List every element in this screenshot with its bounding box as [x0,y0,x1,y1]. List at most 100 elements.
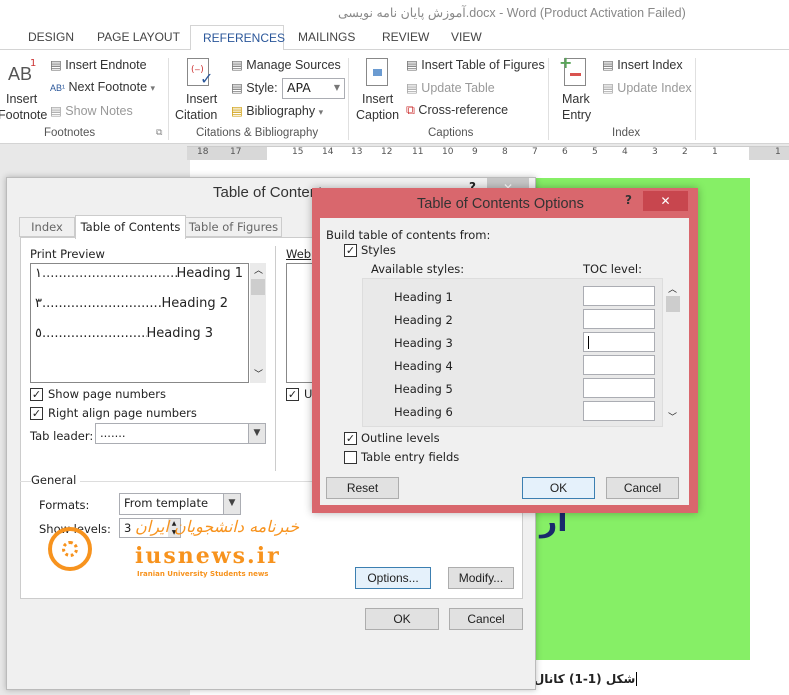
formats-select[interactable]: From template ▼ [119,493,241,515]
style-row: Heading 5 [363,378,663,400]
insert-index-button[interactable]: ▤ Insert Index [602,57,683,72]
toc-level-input[interactable] [583,378,655,398]
outline-levels-checkbox[interactable]: ✓ [344,432,357,445]
options-ok-button[interactable]: OK [522,477,595,499]
chevron-down-icon: ﹀ [668,413,678,423]
tab-review[interactable]: REVIEW [382,30,429,44]
show-page-numbers-checkbox[interactable]: ✓ [30,388,43,401]
insert-citation-button[interactable]: (‒) ✓ Insert Citation [174,56,226,122]
update-index-button[interactable]: ▤ Update Index [602,80,692,95]
styles-checkbox[interactable]: ✓ [344,244,357,257]
styles-scrollbar[interactable]: ︿ ﹀ [665,282,681,426]
ok-button[interactable]: OK [365,608,439,630]
ruler-number: 3 [652,147,658,157]
help-icon[interactable]: ? [625,193,632,207]
right-align-checkbox[interactable]: ✓ [30,407,43,420]
print-preview-label: Print Preview [30,247,105,261]
cancel-button[interactable]: Cancel [449,608,523,630]
options-dialog-title: Table of Contents Options [417,196,584,212]
tab-leader-select[interactable]: ....... ▼ [95,423,266,444]
next-footnote-button[interactable]: AB¹ Next Footnote ▾ [50,80,155,94]
tab-mailings[interactable]: MAILINGS [298,30,355,44]
tab-view[interactable]: VIEW [451,30,482,44]
insert-footnote-label-1: Insert [6,92,38,106]
preview-entry: ٣.......................................… [35,296,228,311]
toc-level-input[interactable] [583,355,655,375]
modify-button[interactable]: Modify... [448,567,514,589]
chevron-up-icon: ︿ [254,266,264,276]
group-index-label: Index [612,127,641,139]
tab-table-of-contents[interactable]: Table of Contents [75,215,186,239]
iusnews-watermark-logo: خبرنامه دانشجویان ایران iusnews.ir Irani… [30,515,299,583]
insert-citation-label-2: Citation [175,108,218,122]
logo-icon [48,527,92,571]
endnote-icon: ▤ [50,58,62,72]
options-button[interactable]: Options... [355,567,431,589]
toc-level-header: TOC level: [583,262,642,276]
styles-list: Heading 1 Heading 2 Heading 3 Heading 4 Head… [362,278,663,427]
toc-level-input[interactable] [583,309,655,329]
table-entry-fields-label: Table entry fields [361,450,460,464]
tab-references[interactable]: REFERENCES [190,25,286,51]
close-button[interactable]: ✕ [643,191,688,211]
ruler-number: 15 [292,147,304,157]
chevron-up-icon: ︿ [668,285,678,295]
update-index-icon: ▤ [602,81,614,95]
available-styles-header: Available styles: [371,262,465,276]
ruler-number: 2 [682,147,688,157]
horizontal-ruler[interactable]: 18 17 15 14 13 12 11 10 9 8 7 6 5 4 3 2 1 1 [187,146,789,160]
toc-level-input[interactable] [583,401,655,421]
bibliography-button[interactable]: ▤ Bibliography ▾ [231,103,323,118]
scrollbar-thumb[interactable] [666,296,680,312]
tab-page-layout[interactable]: PAGE LAYOUT [97,30,180,44]
mark-entry-label-2: Entry [562,108,592,122]
ruler-number: 1 [712,147,718,157]
tab-references-label: REFERENCES [203,31,286,45]
style-name: Heading 6 [394,405,453,419]
toc-level-input[interactable] [583,286,655,306]
insert-caption-button[interactable]: Insert Caption [354,56,404,122]
style-icon: ▤ [231,81,243,95]
chevron-down-icon: ﹀ [254,370,264,380]
toc-level-input[interactable] [583,332,655,352]
group-captions-label: Captions [428,127,474,139]
show-notes-button[interactable]: ▤ Show Notes [50,103,133,118]
style-select[interactable]: APA ▼ [282,78,345,99]
insert-table-of-figures-button[interactable]: ▤ Insert Table of Figures [406,57,545,72]
style-name: Heading 2 [394,313,453,327]
tab-design[interactable]: DESIGN [28,30,74,44]
web-preview-label: Web [286,247,312,261]
right-align-label: Right align page numbers [48,406,197,420]
chevron-down-icon: ▼ [333,83,340,92]
table-entry-fields-checkbox[interactable] [344,451,357,464]
reset-button[interactable]: Reset [326,477,399,499]
ruler-number: 7 [532,147,538,157]
show-page-numbers-label: Show page numbers [48,387,166,401]
use-hyperlinks-checkbox[interactable]: ✓ [286,388,299,401]
insert-footnote-button[interactable]: AB 1 Insert Footnote [0,58,47,122]
options-cancel-button[interactable]: Cancel [606,477,679,499]
manage-sources-button[interactable]: ▤ Manage Sources [231,57,341,72]
group-citations-label: Citations & Bibliography [196,127,319,139]
close-icon: ✕ [660,194,671,208]
style-name: Heading 3 [394,336,453,350]
mark-entry-button[interactable]: + Mark Entry [556,53,596,122]
ruler-number: 10 [442,147,454,157]
tab-table-of-figures[interactable]: Table of Figures [185,217,282,237]
dialog-launcher-icon[interactable]: ⧉ [156,128,162,138]
toc-options-dialog: Table of Contents Options ? ✕ Build tabl… [312,188,698,513]
divider [275,246,276,471]
chevron-down-icon: ▼ [248,424,265,443]
cross-reference-button[interactable]: ⧉ Cross-reference [406,103,508,118]
tab-index[interactable]: Index [19,217,75,237]
ruler-number: 4 [622,147,628,157]
formats-label: Formats: [39,498,90,512]
style-name: Heading 4 [394,359,453,373]
preview-scrollbar[interactable]: ︿ ﹀ [250,263,266,383]
style-name: Heading 5 [394,382,453,396]
insert-endnote-button[interactable]: ▤ Insert Endnote [50,57,147,72]
scrollbar-thumb[interactable] [251,279,265,295]
ribbon-tabs: DESIGN PAGE LAYOUT REFERENCES MAILINGS R… [0,25,789,51]
ruler-number: 14 [322,147,334,157]
update-table-button[interactable]: ▤ Update Table [406,80,495,95]
